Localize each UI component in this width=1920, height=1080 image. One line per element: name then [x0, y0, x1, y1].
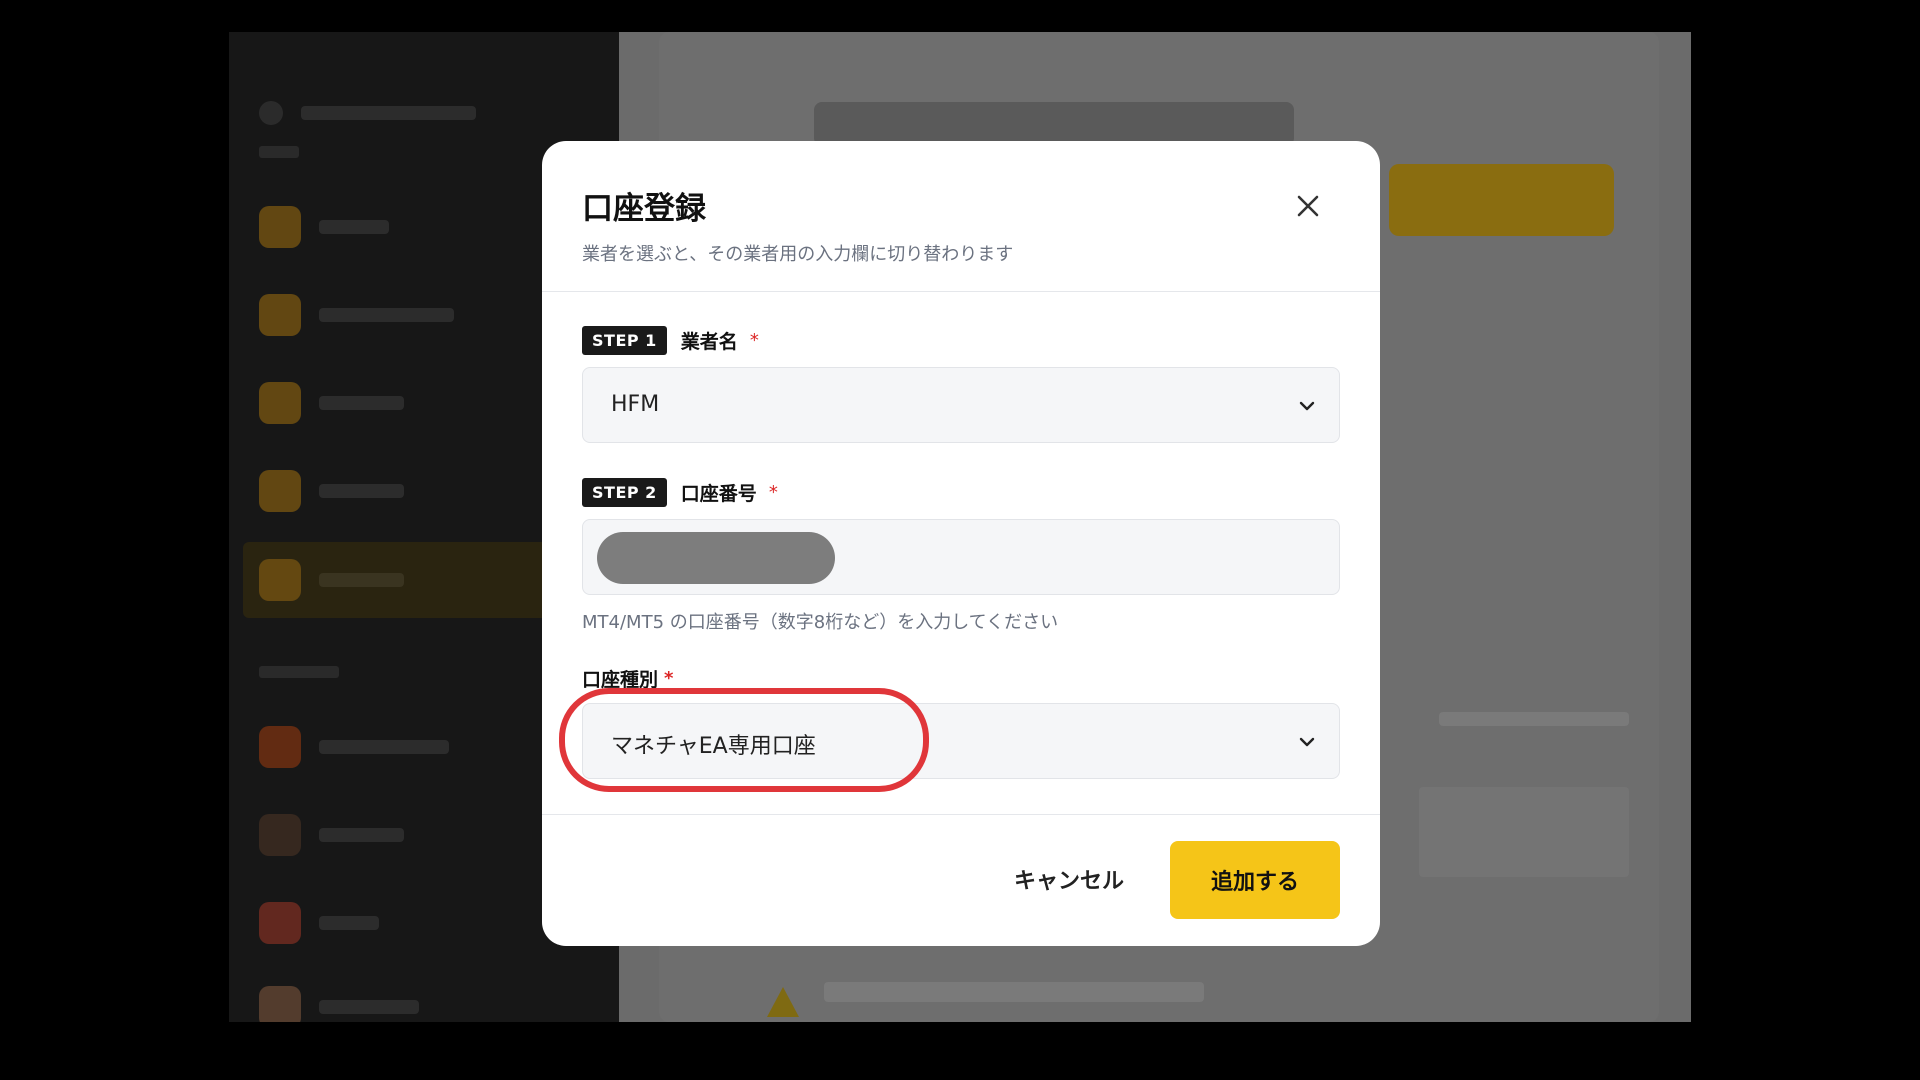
sidebar-item[interactable] [259, 898, 379, 948]
sidebar-item[interactable] [259, 722, 449, 772]
sidebar-item[interactable] [259, 810, 404, 860]
menu-icon [259, 470, 301, 512]
page-title [814, 102, 1294, 146]
add-button[interactable]: 追加する [1170, 841, 1340, 919]
account-number-hint: MT4/MT5 の口座番号（数字8桁など）を入力してください [582, 612, 1059, 633]
chevron-down-icon [1299, 401, 1315, 411]
broker-name-label: 業者名 [680, 331, 738, 353]
menu-icon [259, 206, 301, 248]
sidebar-section-heading [259, 146, 299, 158]
chevron-down-icon [1299, 737, 1315, 747]
sidebar-item[interactable] [259, 555, 404, 605]
close-icon [1297, 195, 1319, 217]
modal-title: 口座登録 [582, 191, 706, 227]
background-text [1439, 712, 1629, 726]
step-badge: STEP 1 [582, 326, 667, 355]
required-mark: * [768, 482, 778, 503]
sidebar-item[interactable] [259, 982, 419, 1022]
close-button[interactable] [1290, 188, 1326, 224]
menu-icon [259, 559, 301, 601]
background-text [824, 982, 1204, 1002]
sidebar-item[interactable] [259, 202, 389, 252]
sidebar-item[interactable] [259, 466, 404, 516]
sidebar-item[interactable] [259, 88, 476, 138]
cancel-button[interactable]: キャンセル [979, 841, 1159, 917]
step1-label-row: STEP 1 業者名 * [582, 326, 759, 355]
menu-icon [259, 814, 301, 856]
broker-select[interactable]: HFM [582, 367, 1340, 443]
account-number-label: 口座番号 [680, 483, 757, 505]
add-account-button[interactable] [1389, 164, 1614, 236]
modal-subtitle: 業者を選ぶと、その業者用の入力欄に切り替わります [582, 244, 1014, 265]
menu-icon [259, 294, 301, 336]
account-number-input[interactable] [582, 519, 1340, 595]
sidebar-item[interactable] [259, 290, 454, 340]
redacted-value [597, 532, 835, 584]
broker-select-value: HFM [611, 392, 660, 417]
step2-label-row: STEP 2 口座番号 * [582, 478, 778, 507]
footer-divider [542, 814, 1380, 815]
background-card [1419, 787, 1629, 877]
dashboard-icon [259, 101, 283, 125]
menu-icon [259, 382, 301, 424]
highlight-annotation [559, 688, 929, 792]
menu-icon [259, 726, 301, 768]
sidebar-item[interactable] [259, 378, 404, 428]
header-divider [542, 291, 1380, 292]
step-badge: STEP 2 [582, 478, 667, 507]
menu-icon [259, 986, 301, 1022]
required-mark: * [664, 668, 674, 689]
required-mark: * [749, 330, 759, 351]
account-register-modal: 口座登録 業者を選ぶと、その業者用の入力欄に切り替わります STEP 1 業者名… [542, 141, 1380, 946]
sidebar-section-heading [259, 666, 339, 678]
menu-icon [259, 902, 301, 944]
